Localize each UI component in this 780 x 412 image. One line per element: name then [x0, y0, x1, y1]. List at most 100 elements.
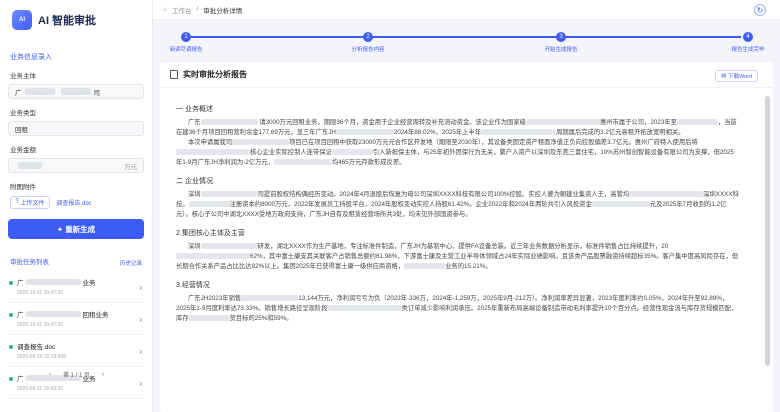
redacted-text: [273, 159, 332, 166]
prev-page-button[interactable]: ‹: [49, 372, 51, 378]
task-name: 广回租业务: [17, 311, 109, 319]
redacted-text: [335, 129, 394, 136]
task-item[interactable]: 广业务 2025-10-11 10:47:20 ›: [8, 277, 144, 303]
section-heading: 3.经营情况: [176, 282, 210, 289]
step-2: 2: [363, 32, 373, 42]
breadcrumb-home[interactable]: 工作台: [172, 5, 192, 15]
progress-line: [191, 36, 741, 38]
tasks-title: 审批任务列表: [10, 259, 49, 266]
progress-steps: 1 阅读尽调报告 2 分析报告内容 3 开始生成报告 4 报告生成完毕: [153, 26, 780, 56]
regenerate-label: 重新生成: [65, 224, 96, 234]
download-label: 下载Word: [727, 74, 752, 80]
report-header: 实时审批分析报告: [160, 62, 773, 88]
section-heading: 一 业务概述: [176, 106, 213, 113]
report-body: 一 业务概述 广东 请3000万元回租业务，期限36个月，资金用于企业经营周转及…: [160, 88, 756, 324]
redacted-text: [188, 201, 230, 208]
task-name: 调查报告.doc: [17, 344, 56, 351]
page-indicator: 第 1 / 1 页: [62, 373, 90, 379]
status-dot-icon: [9, 345, 13, 349]
field-label-subject: 业务主体: [10, 73, 36, 80]
report-card: 实时审批分析报告 ▤ 下载Word 一 业务概述 广东 请3000万元回租业务，…: [160, 62, 773, 412]
sidebar: AI AI 智能审批 业务信息录入 业务主体 广 司 业务类型 回租 业务金额 …: [0, 0, 153, 412]
redacted-text: [676, 119, 718, 126]
document-icon: [170, 70, 178, 79]
pagination: ‹ 第 1 / 1 页 ›: [0, 370, 153, 380]
attachments-label: 附图附件: [10, 184, 36, 191]
upload-label: 上传文件: [20, 201, 45, 207]
next-page-button[interactable]: ›: [102, 372, 104, 378]
breadcrumb-sep: /: [196, 6, 199, 13]
redacted-text: [331, 149, 373, 156]
regenerate-button[interactable]: ✦ 重新生成: [8, 219, 144, 239]
redacted-text: [176, 149, 250, 156]
redacted-text: [327, 305, 402, 312]
subject-value-prefix: 广: [15, 89, 22, 97]
report-paragraph: 广东JH2023年销售 13,144万元，净利润亏亏为负（2023年-336万，2…: [176, 295, 738, 322]
redacted-text: [200, 243, 258, 250]
report-title: 实时审批分析报告: [183, 70, 247, 79]
chevron-right-icon: ›: [139, 315, 142, 324]
task-item[interactable]: 调查报告.doc 2025-09-10 22:29 836 ›: [8, 341, 144, 367]
chevron-right-icon: ›: [139, 379, 142, 388]
refresh-icon[interactable]: ↻: [754, 4, 766, 16]
redacted-text: [60, 88, 91, 95]
step-3-label: 开始生成报告: [544, 47, 578, 53]
report-paragraph: 深圳 司提前股权结构偶经历变动。2024年4月退股后恢复为母公司深圳XXXX科技有…: [176, 191, 739, 218]
breadcrumb: ⌂ 工作台 / 审批分析详情 ↻: [153, 0, 780, 20]
task-time: 2025-10-11 10:47:20: [17, 322, 64, 328]
tasks-header: 审批任务列表 历史记录: [0, 251, 152, 271]
redacted-text: [404, 263, 446, 270]
task-name: 广业务: [17, 279, 96, 287]
redacted-text: [481, 129, 557, 136]
redacted-text: [200, 191, 258, 198]
step-1: 1: [181, 32, 191, 42]
field-label-amount: 业务金额: [10, 147, 36, 154]
main-area: ⌂ 工作台 / 审批分析详情 ↻ 1 阅读尽调报告 2 分析报告内容 3 开始生…: [153, 0, 780, 412]
amount-unit: 万元: [124, 163, 137, 171]
step-4: 4: [743, 32, 753, 42]
section-title: 业务信息录入: [10, 54, 52, 61]
section-heading: 2.集团核心主体及主营: [176, 230, 245, 237]
attachment-file-link[interactable]: 调查报告.doc: [56, 198, 91, 207]
task-item[interactable]: 广回租业务 2025-10-11 10:47:20 ›: [8, 309, 144, 335]
word-icon: ▤: [721, 73, 728, 79]
download-word-button[interactable]: ▤ 下载Word: [715, 70, 758, 82]
redacted-text: [176, 253, 250, 260]
sparkle-icon: ✦: [56, 224, 66, 234]
task-time: 2025-09-11 15:43:30: [17, 386, 64, 392]
attachment-row: ⤒ 上传文件 调查报告.doc: [10, 196, 142, 209]
task-time: 2025-10-11 10:47:20: [17, 290, 64, 296]
subject-field[interactable]: 广 司: [8, 84, 144, 99]
type-field[interactable]: 回租: [8, 121, 144, 136]
step-2-label: 分析报告内容: [351, 47, 385, 53]
type-value: 回租: [15, 126, 28, 134]
ai-logo-icon: AI: [12, 10, 32, 30]
redacted-text: [525, 119, 600, 126]
amount-field[interactable]: 万元: [8, 158, 144, 173]
report-paragraph: 广东 请3000万元回租业务，期限36个月，资金用于企业经营周转及补充流动资金。…: [176, 119, 737, 136]
subject-value-suffix: 司: [93, 89, 101, 97]
home-icon[interactable]: ⌂: [163, 6, 167, 13]
history-link[interactable]: 历史记录: [120, 259, 142, 267]
app-title: AI 智能审批: [38, 15, 97, 27]
redacted-text: [188, 315, 230, 322]
report-paragraph: 本次申请属我司 项目已在项目回租中获取23000万元元合作区开发地（期限至2030…: [176, 139, 734, 166]
redacted-text: [241, 295, 299, 302]
chevron-right-icon: ›: [139, 347, 142, 356]
step-4-label: 报告生成完毕: [731, 47, 765, 53]
app-logo: AI AI 智能审批: [0, 0, 152, 40]
field-label-type: 业务类型: [10, 110, 36, 117]
breadcrumb-current: 审批分析详情: [203, 7, 243, 15]
section-heading: 二 企业情况: [176, 178, 213, 185]
step-1-label: 阅读尽调报告: [169, 47, 203, 53]
step-3: 3: [556, 32, 566, 42]
redacted-text: [629, 191, 704, 198]
redacted-text: [24, 88, 55, 95]
status-dot-icon: [9, 313, 13, 317]
status-dot-icon: [9, 281, 13, 285]
redacted-text: [18, 162, 42, 169]
report-paragraph: 深圳 研发，湖北XXXX作为生产基地，专注标准件制造，广东JH为基制中心，提供FA…: [176, 243, 739, 270]
chevron-right-icon: ›: [139, 283, 142, 292]
upload-button[interactable]: ⤒ 上传文件: [10, 196, 51, 209]
scrollbar[interactable]: [765, 96, 770, 366]
